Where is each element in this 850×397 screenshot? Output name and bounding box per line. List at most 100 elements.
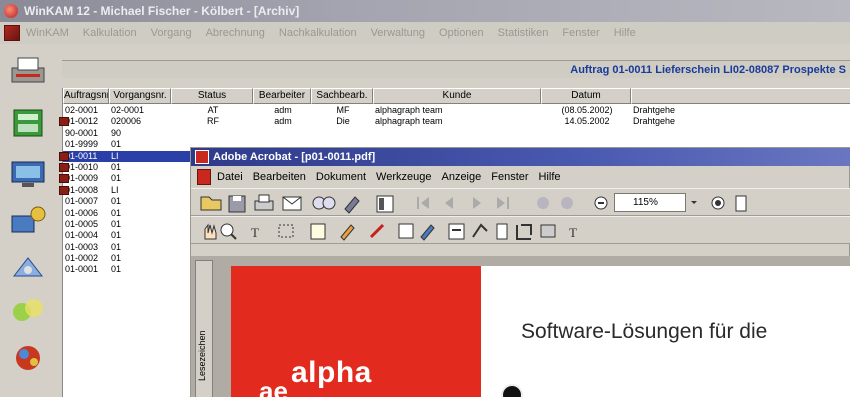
acrobat-menu-fenster[interactable]: Fenster (491, 171, 528, 183)
table-cell: 01 (111, 196, 122, 207)
tools-icon[interactable] (6, 250, 50, 284)
link-tool-icon[interactable] (472, 223, 488, 238)
menu-statistiken[interactable]: Statistiken (498, 27, 549, 39)
table-cell (631, 128, 850, 139)
col-auftragsnr[interactable]: Auftragsnr. (63, 88, 109, 104)
globe-icon[interactable] (6, 340, 50, 374)
zoom-tool-icon[interactable] (220, 223, 237, 240)
table-cell: 01-0004 (65, 230, 99, 241)
pdf-page: ae alpha Software-Lösungen für die (231, 266, 850, 397)
document-icon (4, 25, 20, 41)
order-header: Auftrag 01-0011 Lieferschein LI02-08087 … (62, 60, 850, 78)
zoom-out-icon[interactable] (594, 196, 608, 210)
acrobat-menu-bearbeiten[interactable]: Bearbeiten (253, 171, 306, 183)
acrobat-menu-anzeige[interactable]: Anzeige (441, 171, 481, 183)
menu-verwaltung[interactable]: Verwaltung (371, 27, 425, 39)
find-icon[interactable] (312, 196, 336, 210)
menu-hilfe[interactable]: Hilfe (614, 27, 636, 39)
table-cell: alphagraph team (375, 116, 443, 127)
col-vorgangsnr[interactable]: Vorgangsnr. (109, 88, 171, 104)
col-kunde[interactable]: Kunde (373, 88, 541, 104)
graphics-select-icon[interactable] (278, 224, 294, 238)
menu-nachkalkulation[interactable]: Nachkalkulation (279, 27, 357, 39)
table-row[interactable]: 01-0012 020006 RF adm Die alphagraph team 14.0… (59, 116, 850, 127)
monitor-icon[interactable] (6, 156, 50, 190)
acrobat-menu-werkzeuge[interactable]: Werkzeuge (376, 171, 431, 183)
crop-tool-icon[interactable] (516, 224, 532, 240)
table-header: Auftragsnr. Vorgangsnr. Status Bearbeite… (63, 88, 850, 104)
forward-view-icon[interactable] (561, 197, 573, 209)
table-cell: 02-0001 (111, 105, 145, 115)
note-tool-icon[interactable] (310, 223, 326, 240)
zoom-field[interactable]: 115% (614, 193, 686, 212)
color-icon[interactable] (6, 294, 50, 328)
save-icon[interactable] (228, 195, 246, 213)
network-icon[interactable] (6, 204, 50, 238)
acrobat-menu-datei[interactable]: Datei (217, 171, 243, 183)
table-cell: 01-0003 (65, 241, 99, 252)
calculator-icon[interactable] (6, 106, 50, 140)
open-icon[interactable] (200, 196, 222, 211)
menu-winkam[interactable]: WinKAM (26, 27, 69, 39)
col-datum[interactable]: Datum (541, 88, 631, 104)
col-extra[interactable] (631, 88, 850, 104)
printer-icon[interactable] (6, 54, 50, 88)
text-select-icon[interactable]: T (251, 225, 259, 240)
movie-tool-icon[interactable] (540, 224, 556, 238)
zoom-dropdown-icon[interactable] (691, 201, 697, 204)
menu-kalkulation[interactable]: Kalkulation (83, 27, 137, 39)
table-row[interactable]: 90-0001 90 (63, 128, 850, 139)
table-cell: 01-9999 (65, 139, 99, 150)
svg-text:T: T (251, 225, 259, 240)
pdf-document-icon[interactable] (197, 169, 211, 185)
acrobat-title-bar[interactable]: Adobe Acrobat - [p01-0011.pdf] (191, 148, 850, 166)
menu-vorgang[interactable]: Vorgang (151, 27, 192, 39)
back-view-icon[interactable] (537, 197, 549, 209)
table-cell: RF (207, 116, 219, 127)
previous-page-icon[interactable] (445, 197, 453, 209)
table-cell: 01-0011 (65, 150, 98, 161)
navigation-pane-icon[interactable] (376, 195, 394, 213)
bookmarks-tab[interactable]: Lesezeichen (195, 260, 213, 397)
menu-fenster[interactable]: Fenster (562, 27, 599, 39)
pencil-tool-icon[interactable] (340, 224, 355, 241)
fit-page-icon[interactable] (735, 195, 747, 212)
comment-icon[interactable] (398, 223, 414, 239)
acrobat-toolbar-1: 115% (191, 188, 850, 216)
table-cell (373, 128, 541, 139)
table-cell: 01-0012 (65, 116, 99, 127)
document-area[interactable]: Lesezeichen ae alpha Software-Lösungen f… (191, 256, 850, 397)
email-icon[interactable] (282, 196, 302, 211)
table-cell: 01 (111, 241, 122, 252)
hand-tool-icon[interactable] (204, 223, 217, 240)
menu-optionen[interactable]: Optionen (439, 27, 484, 39)
folder-icon (59, 117, 69, 127)
first-page-icon[interactable] (417, 197, 429, 209)
acrobat-menu-dokument[interactable]: Dokument (316, 171, 366, 183)
sign-icon[interactable] (344, 196, 360, 214)
col-bearbeiter[interactable]: Bearbeiter (253, 88, 311, 104)
brand-panel: ae alpha (231, 266, 481, 397)
touchup-text-icon[interactable]: T (569, 225, 577, 240)
article-tool-icon[interactable] (496, 223, 508, 240)
logo-prefix: ae (259, 376, 288, 397)
col-status[interactable]: Status (171, 88, 253, 104)
edit-icon[interactable] (420, 224, 435, 241)
zoom-in-icon[interactable] (711, 196, 725, 210)
table-row[interactable]: 02-0001 02-0001 AT adm MF alphagraph team (08.… (63, 105, 850, 116)
menu-abrechnung[interactable]: Abrechnung (206, 27, 265, 39)
acrobat-menu-hilfe[interactable]: Hilfe (539, 171, 561, 183)
table-cell: 01 (111, 264, 122, 275)
form-tool-icon[interactable] (448, 223, 465, 240)
table-cell: 01 (111, 218, 122, 229)
svg-text:T: T (569, 225, 577, 240)
highlight-tool-icon[interactable] (369, 223, 385, 239)
table-cell: 01 (111, 161, 122, 172)
print-icon[interactable] (254, 194, 274, 211)
next-page-icon[interactable] (473, 197, 481, 209)
table-cell: 01 (111, 230, 122, 241)
last-page-icon[interactable] (497, 197, 509, 209)
col-sachbearb[interactable]: Sachbearb. (311, 88, 373, 104)
table-cell: 01-0009 (65, 173, 99, 184)
acrobat-toolbar-2: T T (191, 216, 850, 244)
